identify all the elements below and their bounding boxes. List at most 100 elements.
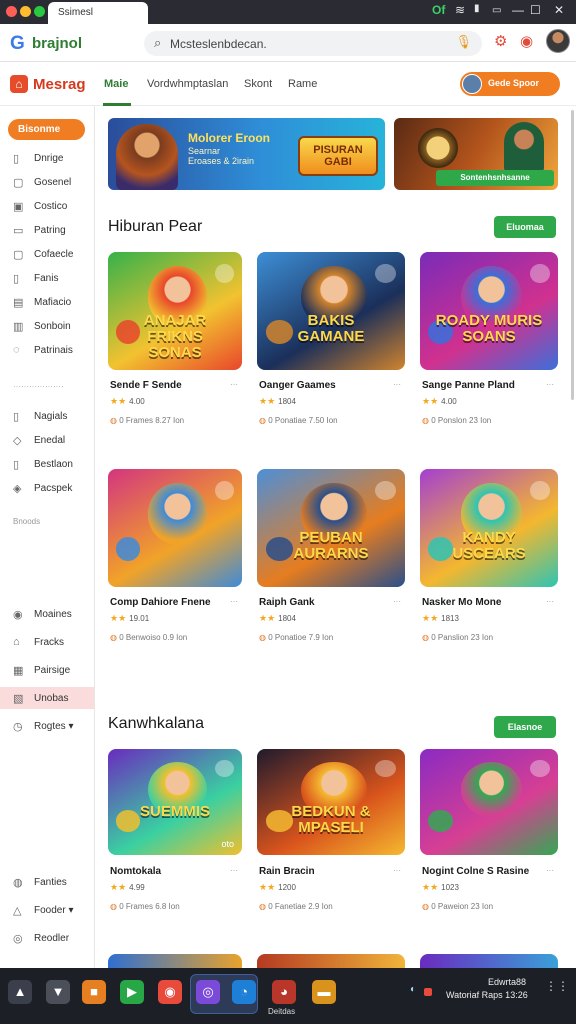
sidebar-item-items_bottom-1[interactable]: △ Fooder ▾ — [0, 899, 94, 921]
game-card[interactable]: KANDY USCEARS Nasker Mo Mone ··· ★★ 1813 ◍ 0 … — [420, 469, 558, 642]
sidebar-item-items_top-1[interactable]: ▢ Gosenel — [0, 171, 94, 193]
game-card-title[interactable]: Sende F Sende — [110, 380, 182, 391]
sidebar-item-items_top-3[interactable]: ▭ Patring — [0, 219, 94, 241]
game-card-more-button[interactable]: ··· — [230, 866, 238, 875]
sidebar-item-items_top-8[interactable]: ◌ Patrinais — [0, 339, 94, 361]
game-card-more-button[interactable]: ··· — [546, 380, 554, 389]
sidebar-item-items_top-4[interactable]: ▢ Cofaecle — [0, 243, 94, 265]
game-card-title[interactable]: Nogint Colne S Rasine — [422, 866, 529, 877]
game-card-thumbnail[interactable]: BEDKUN & MPASELI — [257, 749, 405, 855]
sidebar-item-items_mid-0[interactable]: ▯ Nagials — [0, 405, 94, 427]
terminal-icon[interactable]: ▼ — [46, 980, 70, 1004]
photos-icon[interactable]: ◉ — [158, 980, 182, 1004]
sidebar-primary-button[interactable]: Bisonme — [8, 119, 85, 140]
folder-icon[interactable]: ▬ — [312, 980, 336, 1004]
header-cta-button[interactable]: Gede Spoor — [460, 72, 560, 96]
browser-icon[interactable]: ◎ — [196, 980, 220, 1004]
game-card[interactable]: Comp Dahiore Fnene ··· ★★ 19.01 ◍ 0 Benwoiso… — [108, 469, 242, 642]
network-icon[interactable]: ◐ — [410, 984, 416, 995]
page-scrollbar[interactable] — [571, 110, 574, 400]
section-2-more-button[interactable]: Elasnoe — [494, 716, 556, 738]
nav-link-4[interactable]: Rame — [288, 78, 317, 90]
maximize-button[interactable]: ☐ — [530, 3, 541, 17]
sidebar-item-items_mid-2[interactable]: ▯ Bestlaon — [0, 453, 94, 475]
game-card-title[interactable]: Oanger Gaames — [259, 380, 336, 391]
game-card-more-button[interactable]: ··· — [546, 597, 554, 606]
sidebar-item-items_top-0[interactable]: ▯ Dnrige — [0, 147, 94, 169]
nav-link-3[interactable]: Skont — [244, 78, 272, 90]
brand-name[interactable]: Mesrag — [33, 76, 86, 93]
game-card-title[interactable]: Raiph Gank — [259, 597, 315, 608]
promo-banner-side[interactable]: Sontenhsnhsanne — [394, 118, 558, 190]
notification-icon[interactable]: ◉ — [520, 32, 533, 50]
sidebar-item-items_bottom-2[interactable]: ◎ Reodler — [0, 927, 94, 949]
game-card-peek[interactable] — [257, 954, 405, 968]
minimize-button[interactable]: — — [512, 3, 524, 17]
game-card-title[interactable]: Comp Dahiore Fnene — [110, 597, 211, 608]
browser-tab[interactable]: Ssimesl — [48, 2, 148, 24]
edge-icon[interactable]: ◔ — [232, 980, 256, 1004]
sidebar-item-items_low-0[interactable]: ◉ Moaines — [0, 603, 94, 625]
game-card-title[interactable]: Nomtokala — [110, 866, 161, 877]
game-card-more-button[interactable]: ··· — [393, 866, 401, 875]
game-card-more-button[interactable]: ··· — [230, 380, 238, 389]
address-bar[interactable]: ⌕ 🎙︎ — [144, 31, 482, 56]
game-card-more-button[interactable]: ··· — [393, 597, 401, 606]
game-card-thumbnail[interactable] — [108, 469, 242, 587]
sidebar-item-items_top-7[interactable]: ▥ Sonboin — [0, 315, 94, 337]
show-desktop-icon[interactable]: ⋮⋮ — [545, 980, 569, 992]
game-card-thumbnail[interactable] — [420, 749, 558, 855]
game-card-more-button[interactable]: ··· — [230, 597, 238, 606]
sheets-icon[interactable]: ▶ — [120, 980, 144, 1004]
game-card-thumbnail[interactable]: SUEMMIS oto — [108, 749, 242, 855]
game-card-thumbnail[interactable]: BAKIS GAMANE — [257, 252, 405, 370]
sidebar-item-items_low-1[interactable]: ⌂ Fracks — [0, 631, 94, 653]
extension-icon[interactable]: ⚙ — [494, 32, 507, 50]
nav-link-home[interactable]: Maie — [104, 78, 128, 90]
store-icon[interactable]: ■ — [82, 980, 106, 1004]
sidebar-item-items_mid-1[interactable]: ◇ Enedal — [0, 429, 94, 451]
close-button[interactable]: ✕ — [554, 3, 564, 17]
sidebar-item-items_bottom-0[interactable]: ◍ Fanties — [0, 871, 94, 893]
zoom-window-dot[interactable] — [34, 6, 45, 17]
sidebar-item-items_low-4[interactable]: ◷ Rogtes ▾ — [0, 715, 94, 737]
brand-logo-icon[interactable]: ⌂ — [10, 75, 28, 93]
game-card[interactable]: SUEMMIS oto Nomtokala ··· ★★ 4.99 ◍ 0 Frames 6… — [108, 749, 242, 911]
tray-app-icon[interactable] — [424, 988, 432, 996]
game-card-thumbnail[interactable]: ROADY MURIS SOANS — [420, 252, 558, 370]
game-card[interactable]: ROADY MURIS SOANS Sange Panne Pland ··· ★★ 4… — [420, 252, 558, 425]
search-input[interactable] — [170, 37, 450, 51]
banner-side-cta[interactable]: Sontenhsnhsanne — [436, 170, 554, 186]
game-card[interactable]: Nogint Colne S Rasine ··· ★★ 1023 ◍ 0 Paweio… — [420, 749, 558, 911]
mic-icon[interactable]: 🎙︎ — [455, 34, 472, 50]
close-window-dot[interactable] — [6, 6, 17, 17]
game-card-thumbnail[interactable]: PEUBAN AURARNS — [257, 469, 405, 587]
sidebar-item-items_low-3[interactable]: ▧ Unobas — [0, 687, 94, 709]
game-card[interactable]: ANAJAR FRIKNS SONAS Sende F Sende ··· ★★ 4.0… — [108, 252, 242, 425]
sidebar-item-items_top-2[interactable]: ▣ Costico — [0, 195, 94, 217]
game-card[interactable]: PEUBAN AURARNS Raiph Gank ··· ★★ 1804 ◍ 0 Pon… — [257, 469, 405, 642]
game-card-title[interactable]: Nasker Mo Mone — [422, 597, 501, 608]
game-card-more-button[interactable]: ··· — [546, 866, 554, 875]
game-card[interactable]: BEDKUN & MPASELI Rain Bracin ··· ★★ 1200 ◍ 0 … — [257, 749, 405, 911]
sidebar-item-items_mid-3[interactable]: ◈ Pacspek — [0, 477, 94, 499]
sidebar-item-items_top-5[interactable]: ▯ Fanis — [0, 267, 94, 289]
browser-logo-icon[interactable]: G — [10, 33, 25, 55]
game-card-thumbnail[interactable]: KANDY USCEARS — [420, 469, 558, 587]
sidebar-item-items_top-6[interactable]: ▤ Mafiacio — [0, 291, 94, 313]
game-card-more-button[interactable]: ··· — [393, 380, 401, 389]
game-card-title[interactable]: Sange Panne Pland — [422, 380, 515, 391]
minimize-window-dot[interactable] — [20, 6, 31, 17]
game-card-peek[interactable] — [108, 954, 242, 968]
profile-avatar[interactable] — [546, 29, 570, 53]
game-card-thumbnail[interactable]: ANAJAR FRIKNS SONAS — [108, 252, 242, 370]
sidebar-item-items_low-2[interactable]: ▦ Pairsige — [0, 659, 94, 681]
section-1-more-button[interactable]: Eluomaa — [494, 216, 556, 238]
game-card-peek[interactable] — [420, 954, 558, 968]
game-card-title[interactable]: Rain Bracin — [259, 866, 315, 877]
promo-banner-main[interactable]: Molorer Eroon Searnar Eroases & 2irain P… — [108, 118, 385, 190]
music-icon[interactable]: ◕ — [272, 980, 296, 1004]
nav-link-2[interactable]: Vordwhmptaslan — [147, 78, 228, 90]
game-card[interactable]: BAKIS GAMANE Oanger Gaames ··· ★★ 1804 ◍ 0 Po… — [257, 252, 405, 425]
files-icon[interactable]: ▲ — [8, 980, 32, 1004]
